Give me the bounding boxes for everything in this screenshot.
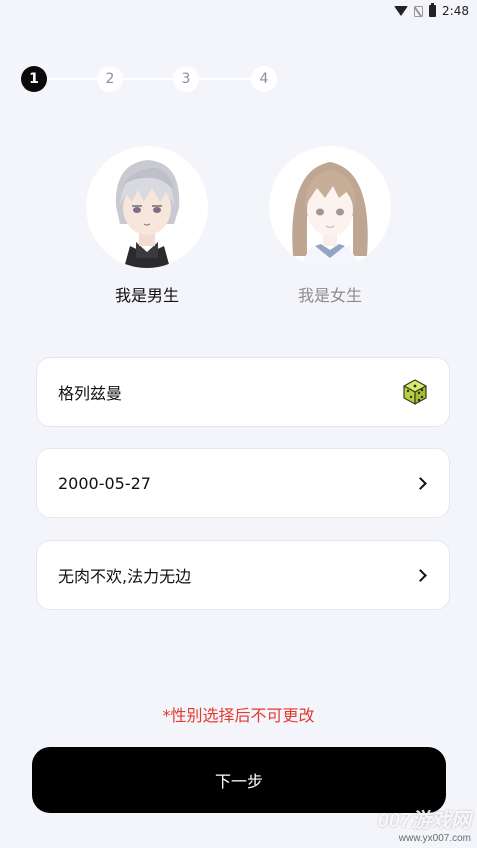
step-connector xyxy=(123,78,173,80)
step-4: 4 xyxy=(251,66,277,92)
no-sim-icon xyxy=(414,5,424,17)
step-3: 3 xyxy=(173,66,199,92)
nickname-field[interactable]: 格列兹曼 xyxy=(36,357,450,427)
nickname-value: 格列兹曼 xyxy=(58,384,123,403)
male-avatar-illustration xyxy=(115,160,180,268)
site-watermark: 007游戏网 www.yx007.com xyxy=(378,804,471,844)
female-label: 我是女生 xyxy=(297,286,362,305)
step-2: 2 xyxy=(97,66,123,92)
watermark-url: www.yx007.com xyxy=(398,833,471,844)
gender-warning-text: *性别选择后不可更改 xyxy=(162,706,315,725)
step-connector xyxy=(199,78,251,80)
male-label: 我是男生 xyxy=(114,286,179,305)
birthday-field[interactable]: 2000-05-27 xyxy=(36,448,450,518)
birthday-value: 2000-05-27 xyxy=(58,473,151,493)
step-indicator: 1 2 3 4 xyxy=(21,66,277,92)
gender-option-female[interactable]: 我是女生 xyxy=(269,146,391,306)
female-avatar-illustration xyxy=(292,162,368,268)
chevron-right-icon xyxy=(414,476,427,490)
watermark-title: 007游戏网 xyxy=(377,810,471,832)
battery-icon xyxy=(429,3,437,17)
status-bar: 2:48 xyxy=(0,0,477,22)
step-1: 1 xyxy=(21,66,47,92)
gender-option-male[interactable]: 我是男生 xyxy=(86,146,208,306)
female-avatar[interactable] xyxy=(269,146,391,268)
chevron-right-icon xyxy=(414,568,427,582)
step-connector xyxy=(47,78,97,80)
signature-field[interactable]: 无肉不欢,法力无边 xyxy=(36,540,450,610)
signature-value: 无肉不欢,法力无边 xyxy=(58,567,192,586)
wifi-icon xyxy=(394,6,409,16)
male-avatar[interactable] xyxy=(86,146,208,268)
random-name-dice-icon[interactable] xyxy=(401,378,429,406)
status-time: 2:48 xyxy=(442,4,469,18)
